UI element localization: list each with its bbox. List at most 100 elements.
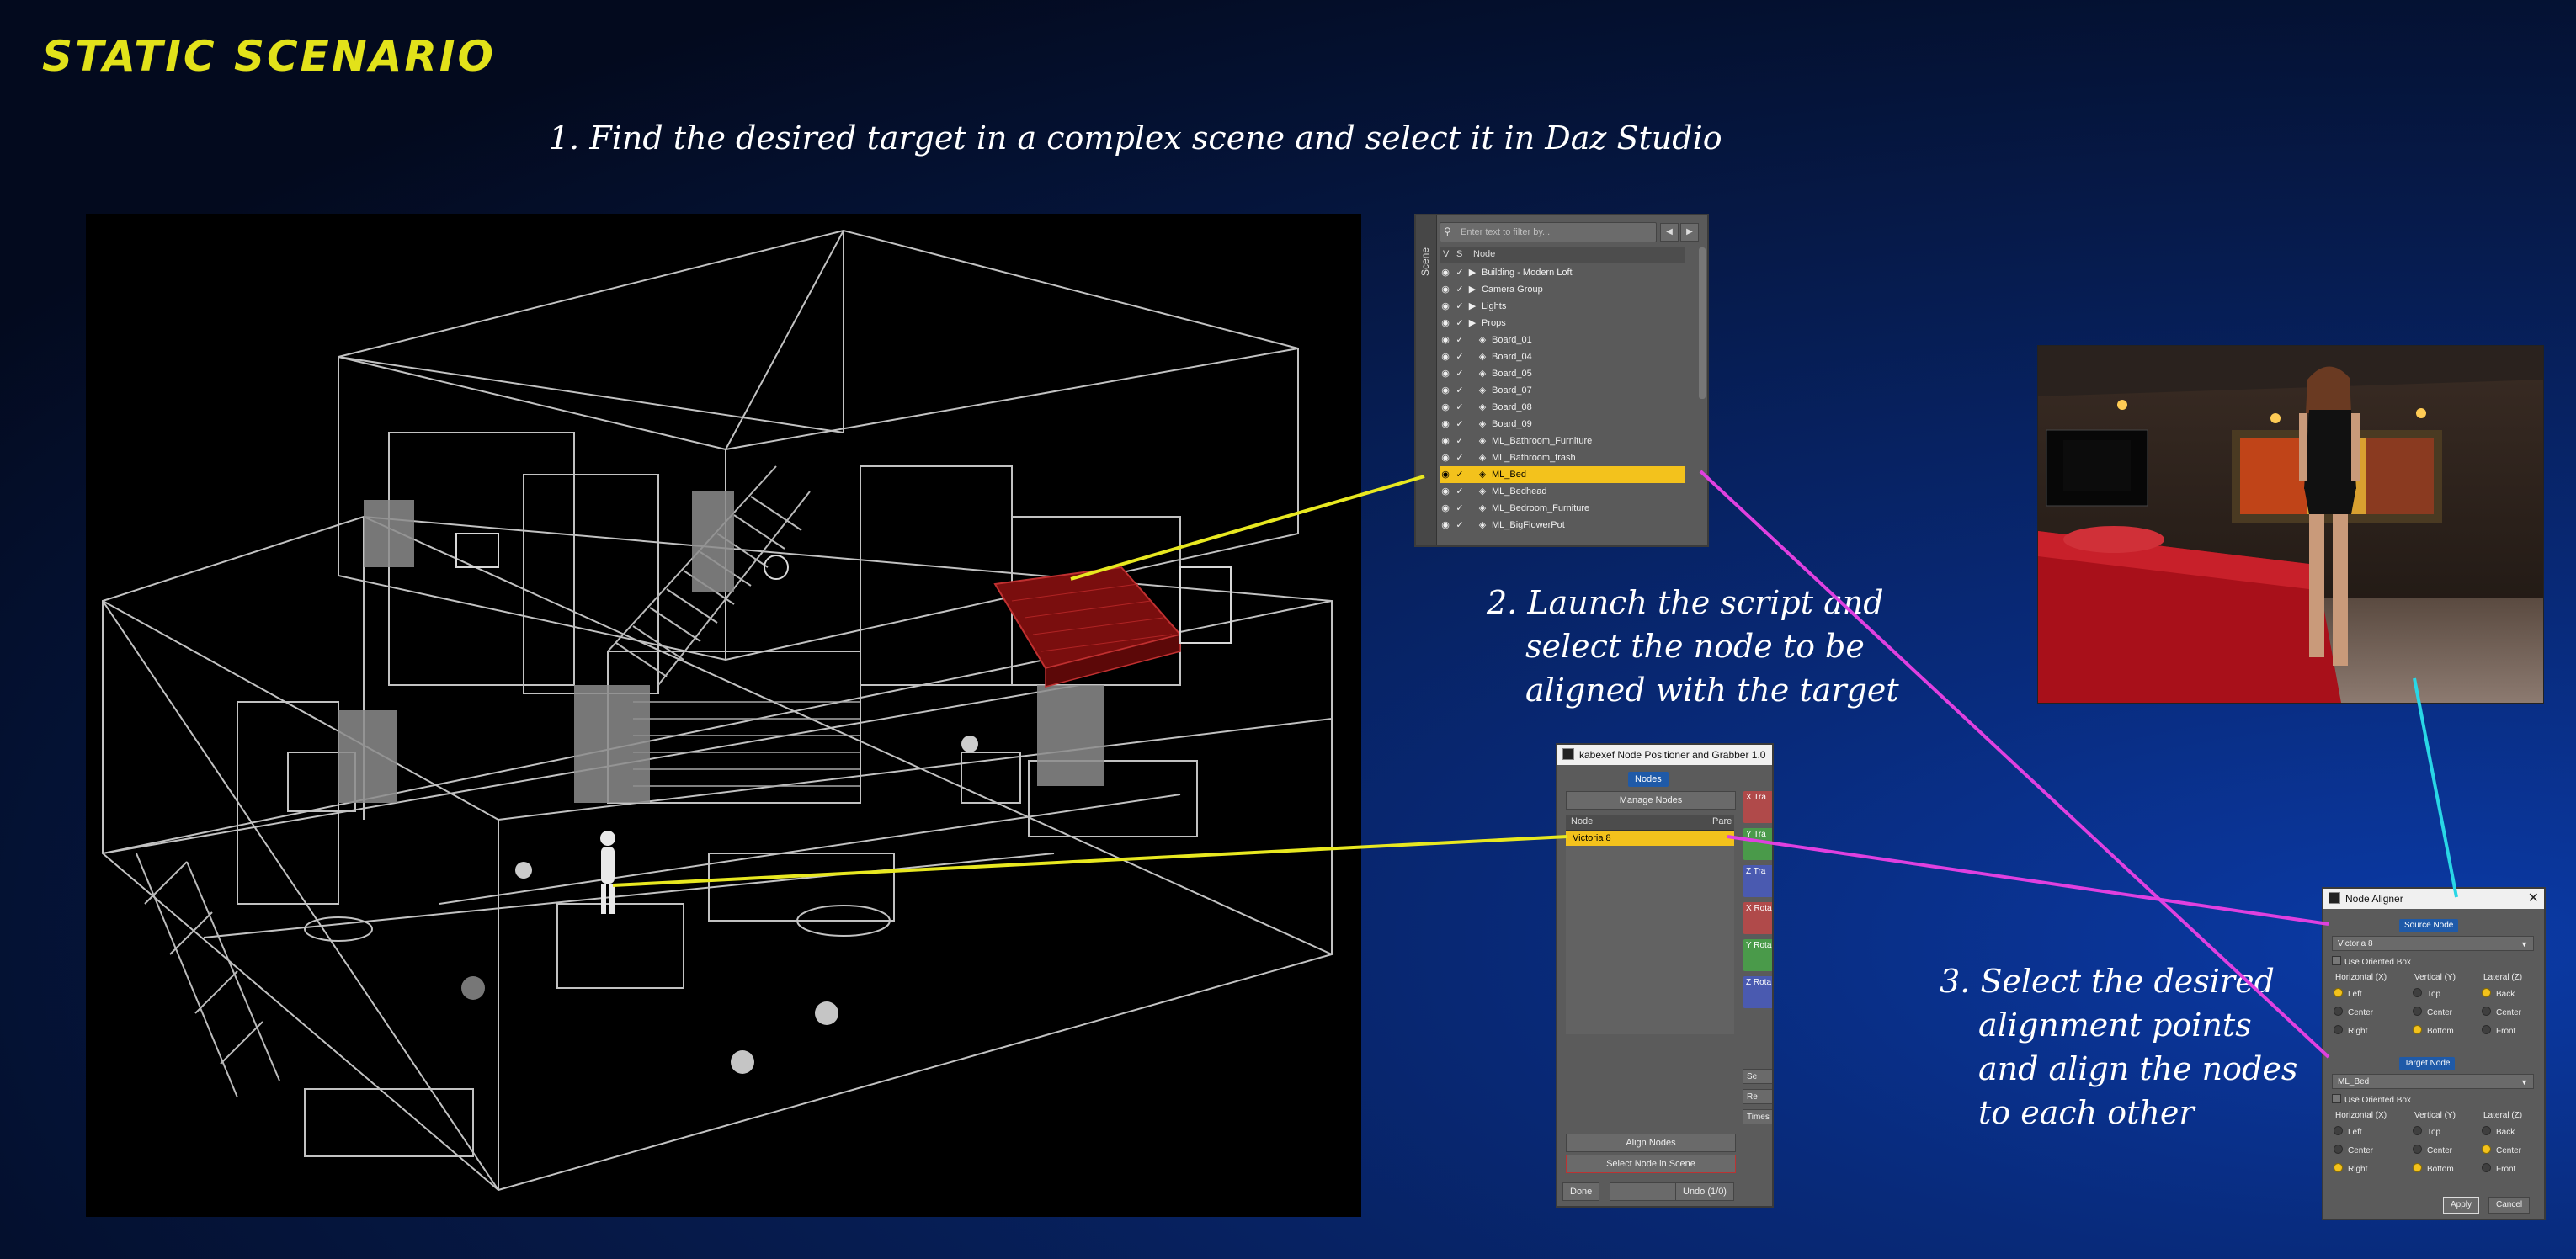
column-parent[interactable]: Pare [1712,816,1732,826]
source-oriented-box-checkbox[interactable]: Use Oriented Box [2332,956,2411,967]
eye-icon[interactable]: ◉ [1440,466,1451,483]
list-item[interactable]: Victoria 8 [1566,831,1734,846]
scene-tree-item[interactable]: ◉ ✓ ◈ Board_07 [1440,382,1685,399]
target-l-radio[interactable]: Front [2482,1163,2515,1174]
source-node-combo[interactable]: Victoria 8 ▼ [2332,936,2534,951]
scene-tree-item[interactable]: ◉ ✓ ◈ ML_Bathroom_trash [1440,449,1685,466]
eye-icon[interactable]: ◉ [1440,483,1451,500]
target-v-radio[interactable]: Top [2413,1126,2440,1137]
scene-filter-field[interactable]: ⚲ [1440,222,1657,242]
select-arrow-icon[interactable]: ✓ [1453,365,1466,382]
scene-tree-item[interactable]: ◉ ✓ ▶ Props [1440,315,1685,332]
eye-icon[interactable]: ◉ [1440,433,1451,449]
source-l-radio[interactable]: Front [2482,1025,2515,1036]
transform-slider-panel[interactable]: Y Rota [1743,939,1772,971]
target-h-radio[interactable]: Left [2334,1126,2362,1137]
scene-tree-item[interactable]: ◉ ✓ ◈ ML_BigFlowerPot [1440,517,1685,534]
side-button[interactable]: Se [1743,1069,1772,1084]
select-node-in-scene-button[interactable]: Select Node in Scene [1566,1155,1736,1173]
transform-slider-panel[interactable]: X Rota [1743,902,1772,934]
eye-icon[interactable]: ◉ [1440,500,1451,517]
select-arrow-icon[interactable]: ✓ [1453,433,1466,449]
scene-tree-item[interactable]: ◉ ✓ ◈ Board_08 [1440,399,1685,416]
transform-slider-panel[interactable]: X Tra [1743,791,1772,823]
eye-icon[interactable]: ◉ [1440,298,1451,315]
scene-scrollbar[interactable] [1699,247,1706,399]
target-l-radio[interactable]: Back [2482,1126,2515,1137]
target-h-radio[interactable]: Right [2334,1163,2367,1174]
eye-icon[interactable]: ◉ [1440,399,1451,416]
select-arrow-icon[interactable]: ✓ [1453,466,1466,483]
grabber-node-list[interactable]: Victoria 8 [1566,831,1734,1034]
column-node[interactable]: Node [1571,816,1593,826]
scene-tree-item[interactable]: ◉ ✓ ◈ Board_09 [1440,416,1685,433]
node-aligner-dialog[interactable]: Node Aligner ✕ Source Node Victoria 8 ▼ … [2322,887,2546,1220]
done-button[interactable]: Done [1562,1182,1600,1201]
scene-panel[interactable]: Scene ⚲ ◀ ▶ V S Node ◉✓▶Building - Moder… [1414,214,1709,547]
eye-icon[interactable]: ◉ [1440,517,1451,534]
target-l-radio[interactable]: Center [2482,1145,2521,1155]
select-arrow-icon[interactable]: ✓ [1453,382,1466,399]
select-arrow-icon[interactable]: ✓ [1453,264,1466,281]
node-positioner-window[interactable]: kabexef Node Positioner and Grabber 1.0 … [1556,743,1774,1208]
select-arrow-icon[interactable]: ✓ [1453,500,1466,517]
source-v-radio[interactable]: Bottom [2413,1025,2454,1036]
target-oriented-box-checkbox[interactable]: Use Oriented Box [2332,1094,2411,1105]
close-icon[interactable]: ✕ [2528,889,2539,909]
apply-button[interactable]: Apply [2443,1197,2480,1214]
source-h-radio[interactable]: Left [2334,988,2362,999]
cancel-button[interactable]: Cancel [2488,1197,2531,1214]
scene-tree-item[interactable]: ◉ ✓ ▶ Camera Group [1440,281,1685,298]
select-arrow-icon[interactable]: ✓ [1453,348,1466,365]
scene-filter-input[interactable] [1459,225,1654,240]
undo-button[interactable]: Undo (1/0) [1675,1182,1734,1201]
scene-tree[interactable]: ◉ ✓ ▶ Building - Modern Loft ◉ ✓ ▶ Camera Group… [1440,264,1685,534]
column-node[interactable]: Node [1473,249,1495,259]
scene-tree-item[interactable]: ◉ ✓ ◈ ML_Bathroom_Furniture [1440,433,1685,449]
eye-icon[interactable]: ◉ [1440,365,1451,382]
select-arrow-icon[interactable]: ✓ [1453,449,1466,466]
viewport-3d[interactable] [86,214,1361,1217]
side-button[interactable]: Re [1743,1089,1772,1104]
source-h-radio[interactable]: Center [2334,1007,2373,1017]
eye-icon[interactable]: ◉ [1440,332,1451,348]
scene-expand-button[interactable]: ▶ [1680,223,1699,242]
select-arrow-icon[interactable]: ✓ [1453,399,1466,416]
eye-icon[interactable]: ◉ [1440,449,1451,466]
scene-tree-item[interactable]: ◉ ✓ ◈ ML_Bedroom_Furniture [1440,500,1685,517]
column-selectable[interactable]: S [1456,249,1462,259]
transform-slider-panel[interactable]: Y Tra [1743,828,1772,860]
eye-icon[interactable]: ◉ [1440,416,1451,433]
select-arrow-icon[interactable]: ✓ [1453,517,1466,534]
target-h-radio[interactable]: Center [2334,1145,2373,1155]
eye-icon[interactable]: ◉ [1440,281,1451,298]
scene-tree-item[interactable]: ◉ ✓ ◈ Board_01 [1440,332,1685,348]
scene-tree-item[interactable]: ◉ ✓ ▶ Lights [1440,298,1685,315]
eye-icon[interactable]: ◉ [1440,264,1451,281]
select-arrow-icon[interactable]: ✓ [1453,483,1466,500]
scene-tree-item[interactable]: ◉ ✓ ◈ Board_05 [1440,365,1685,382]
scene-tree-item[interactable]: ◉ ✓ ▶ Building - Modern Loft [1440,264,1685,281]
target-node-combo[interactable]: ML_Bed ▼ [2332,1074,2534,1089]
target-v-radio[interactable]: Center [2413,1145,2452,1155]
source-v-radio[interactable]: Top [2413,988,2440,999]
source-v-radio[interactable]: Center [2413,1007,2452,1017]
target-v-radio[interactable]: Bottom [2413,1163,2454,1174]
align-nodes-button[interactable]: Align Nodes [1566,1134,1736,1152]
scene-collapse-button[interactable]: ◀ [1660,223,1679,242]
source-l-radio[interactable]: Back [2482,988,2515,999]
scene-tree-item[interactable]: ◉ ✓ ◈ Board_04 [1440,348,1685,365]
select-arrow-icon[interactable]: ✓ [1453,281,1466,298]
source-l-radio[interactable]: Center [2482,1007,2521,1017]
select-arrow-icon[interactable]: ✓ [1453,315,1466,332]
select-arrow-icon[interactable]: ✓ [1453,298,1466,315]
column-visible[interactable]: V [1443,249,1449,259]
eye-icon[interactable]: ◉ [1440,382,1451,399]
transform-slider-panel[interactable]: Z Rota [1743,976,1772,1008]
select-arrow-icon[interactable]: ✓ [1453,332,1466,348]
source-h-radio[interactable]: Right [2334,1025,2367,1036]
tab-nodes[interactable]: Nodes [1628,772,1669,787]
scene-tab[interactable]: Scene [1416,215,1437,545]
scene-tree-item[interactable]: ◉ ✓ ◈ ML_Bedhead [1440,483,1685,500]
select-arrow-icon[interactable]: ✓ [1453,416,1466,433]
